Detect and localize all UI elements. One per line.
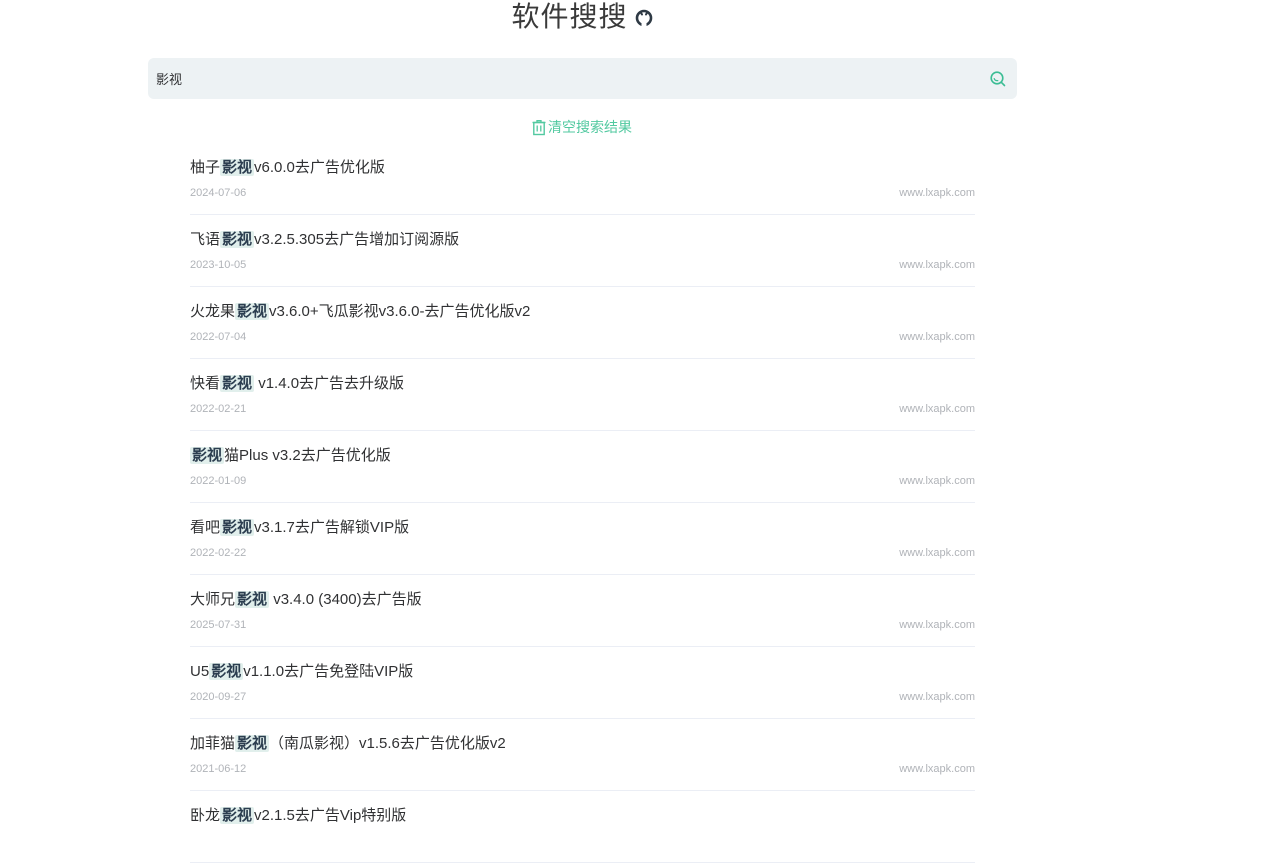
title-suffix: v3.4.0 (3400)去广告版 [269,591,422,608]
result-source: www.lxapk.com [899,763,975,775]
result-item[interactable]: 飞语 影视 v3.2.5.305去广告增加订阅源版 2023-10-05 www.l… [190,215,975,287]
title-suffix: （南瓜影视）v1.5.6去广告优化版v2 [269,735,506,752]
results-list: 柚子 影视 v6.0.0去广告优化版 2024-07-06 www.lxapk.co… [190,143,975,863]
result-date: 2022-02-22 [190,547,247,559]
result-item[interactable]: 柚子 影视 v6.0.0去广告优化版 2024-07-06 www.lxapk.co… [190,143,975,215]
title-suffix: v6.0.0去广告优化版 [254,159,385,176]
header: 软件搜搜 [0,0,1165,34]
title-prefix: 柚子 [190,159,221,176]
result-title[interactable]: 大师兄 影视 v3.4.0 (3400)去广告版 [190,591,422,609]
result-item[interactable]: U5 影视 v1.1.0去广告免登陆VIP版 2020-09-27 www.lxap… [190,647,975,719]
title-prefix: 看吧 [190,519,221,536]
title-suffix: v3.6.0+飞瓜影视v3.6.0-去广告优化版v2 [269,303,531,320]
result-date: 2024-07-06 [190,187,247,199]
result-title[interactable]: U5 影视 v1.1.0去广告免登陆VIP版 [190,663,413,681]
result-title[interactable]: 影视 猫Plus v3.2去广告优化版 [190,447,391,465]
result-item[interactable]: 加菲猫 影视 （南瓜影视）v1.5.6去广告优化版v2 2021-06-12 www… [190,719,975,791]
title-prefix: 卧龙 [190,807,221,824]
result-date: 2022-01-09 [190,475,247,487]
title-keyword-highlight: 影视 [220,159,255,176]
title-prefix: 快看 [190,375,221,392]
page-title: 软件搜搜 [511,1,628,32]
result-source: www.lxapk.com [899,331,975,343]
title-keyword-highlight: 影视 [209,663,244,680]
result-title[interactable]: 加菲猫 影视 （南瓜影视）v1.5.6去广告优化版v2 [190,735,506,753]
result-item[interactable]: 大师兄 影视 v3.4.0 (3400)去广告版 2025-07-31 www.l… [190,575,975,647]
result-title[interactable]: 看吧 影视 v3.1.7去广告解锁VIP版 [190,519,409,537]
title-suffix: v3.2.5.305去广告增加订阅源版 [254,231,460,248]
title-prefix: 加菲猫 [190,735,236,752]
result-date: 2022-02-21 [190,403,247,415]
title-prefix: 飞语 [190,231,221,248]
result-source: www.lxapk.com [899,547,975,559]
result-title[interactable]: 卧龙 影视 v2.1.5去广告Vip特别版 [190,807,406,825]
title-keyword-highlight: 影视 [235,303,270,320]
title-suffix: v1.4.0去广告去升级版 [254,375,405,392]
clear-results-label: 清空搜索结果 [548,119,632,135]
title-prefix: 大师兄 [190,591,236,608]
github-icon[interactable] [634,8,654,28]
search-bar [148,58,1017,99]
search-icon[interactable] [989,70,1007,88]
clear-results-button[interactable]: 清空搜索结果 [531,117,632,137]
result-source: www.lxapk.com [899,259,975,271]
result-source: www.lxapk.com [899,619,975,631]
title-prefix: U5 [190,663,210,680]
result-title[interactable]: 快看 影视 v1.4.0去广告去升级版 [190,375,404,393]
result-source: www.lxapk.com [899,187,975,199]
title-suffix: 猫Plus v3.2去广告优化版 [224,447,391,464]
result-item[interactable]: 影视 猫Plus v3.2去广告优化版 2022-01-09 www.lxapk.… [190,431,975,503]
result-source: www.lxapk.com [899,475,975,487]
result-item[interactable]: 卧龙 影视 v2.1.5去广告Vip特别版 [190,791,975,863]
result-date: 2023-10-05 [190,259,247,271]
result-title[interactable]: 火龙果 影视 v3.6.0+飞瓜影视v3.6.0-去广告优化版v2 [190,303,530,321]
search-input[interactable] [156,71,989,86]
result-item[interactable]: 火龙果 影视 v3.6.0+飞瓜影视v3.6.0-去广告优化版v2 2022-07-… [190,287,975,359]
result-title[interactable]: 柚子 影视 v6.0.0去广告优化版 [190,159,385,177]
title-suffix: v3.1.7去广告解锁VIP版 [254,519,410,536]
title-keyword-highlight: 影视 [190,447,225,464]
title-suffix: v1.1.0去广告免登陆VIP版 [243,663,414,680]
result-source: www.lxapk.com [899,403,975,415]
result-date: 2025-07-31 [190,619,247,631]
title-prefix: 火龙果 [190,303,236,320]
title-keyword-highlight: 影视 [220,375,255,392]
title-suffix: v2.1.5去广告Vip特别版 [254,807,407,824]
result-item[interactable]: 看吧 影视 v3.1.7去广告解锁VIP版 2022-02-22 www.lxapk… [190,503,975,575]
result-date: 2020-09-27 [190,691,247,703]
title-keyword-highlight: 影视 [235,735,270,752]
result-date: 2022-07-04 [190,331,247,343]
result-item[interactable]: 快看 影视 v1.4.0去广告去升级版 2022-02-21 www.lxapk.… [190,359,975,431]
title-keyword-highlight: 影视 [220,231,255,248]
trash-icon [531,119,547,136]
title-keyword-highlight: 影视 [220,807,255,824]
result-source: www.lxapk.com [899,691,975,703]
title-keyword-highlight: 影视 [220,519,255,536]
title-keyword-highlight: 影视 [235,591,270,608]
result-date: 2021-06-12 [190,763,247,775]
result-title[interactable]: 飞语 影视 v3.2.5.305去广告增加订阅源版 [190,231,459,249]
